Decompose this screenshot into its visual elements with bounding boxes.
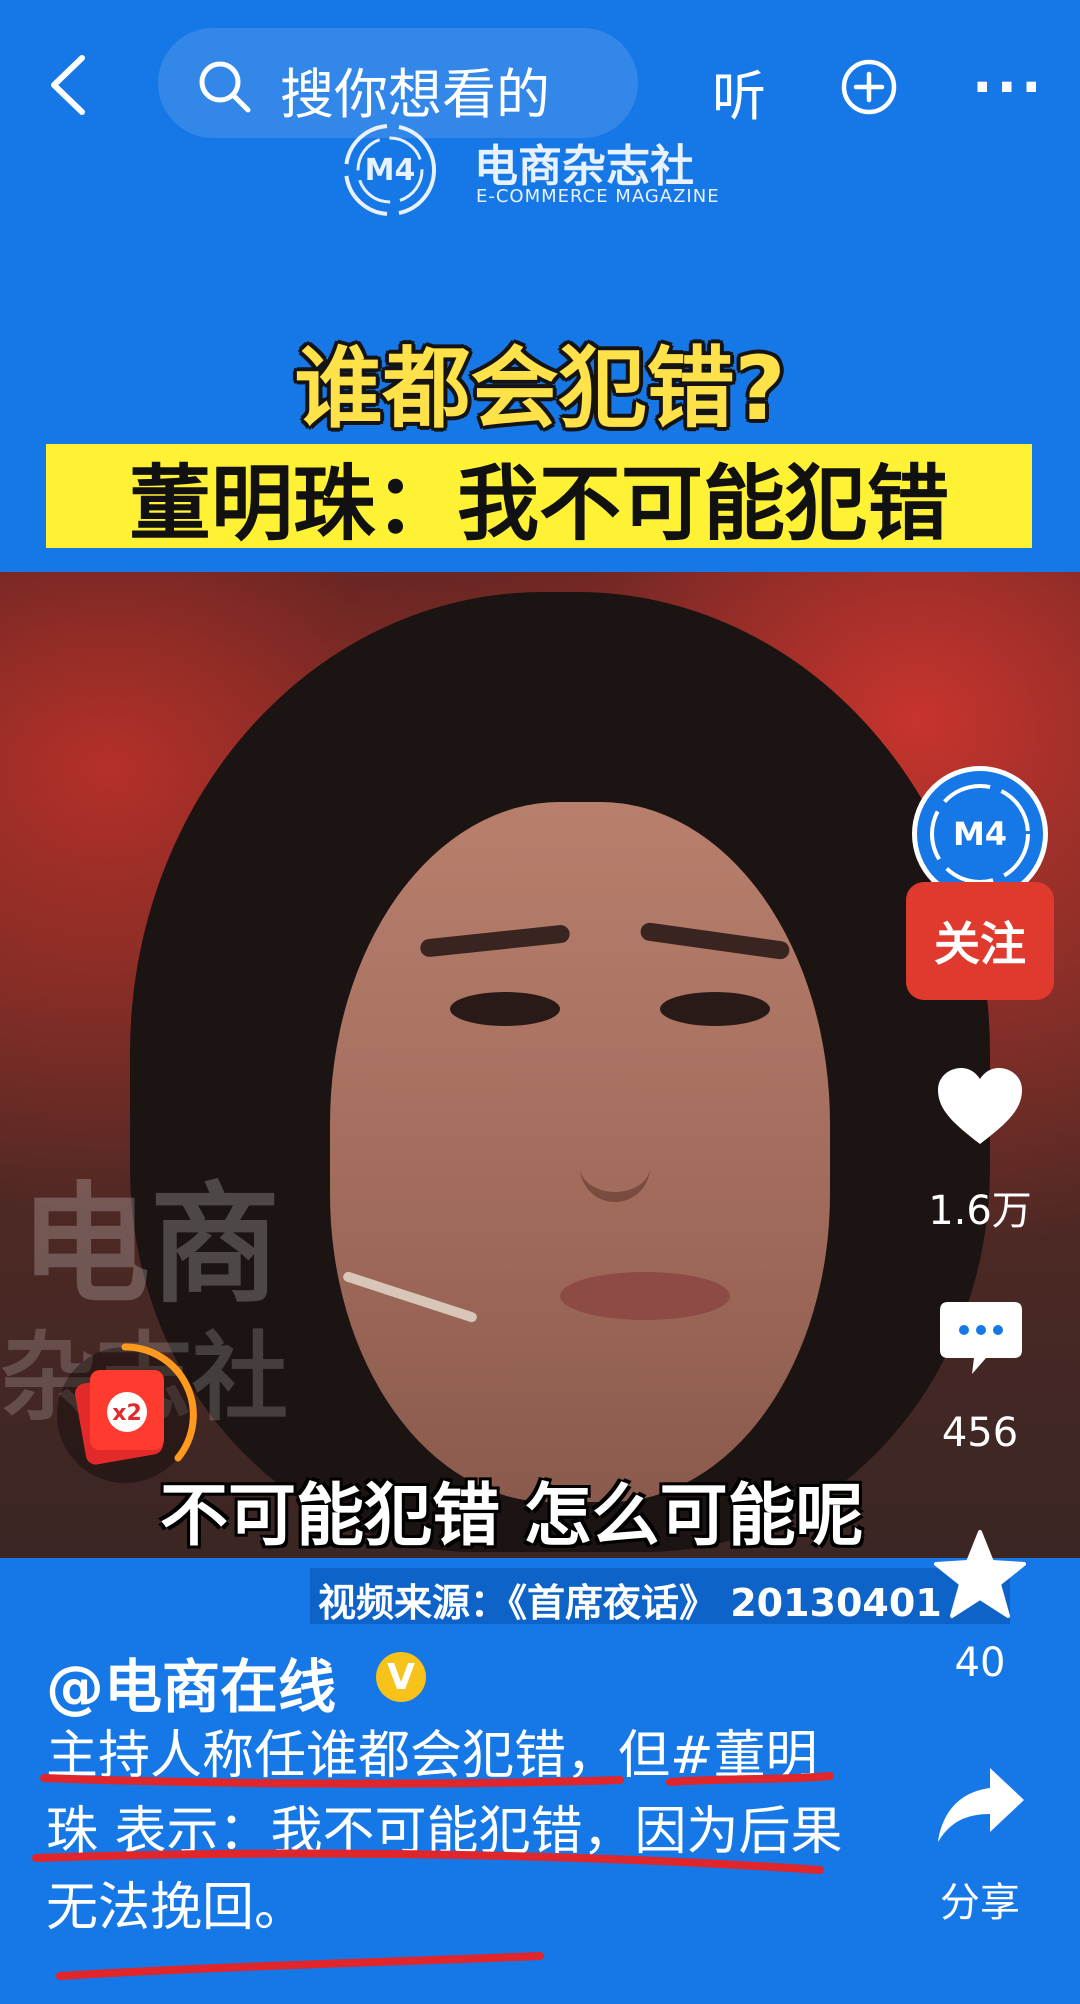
video-source-text: 视频来源：《首席夜话》 20130401 bbox=[318, 1581, 942, 1625]
share-icon[interactable] bbox=[932, 1762, 1028, 1848]
svg-text:M4: M4 bbox=[953, 815, 1007, 853]
verified-badge: V bbox=[376, 1652, 426, 1702]
comment-icon[interactable] bbox=[936, 1296, 1026, 1380]
video-subject-eye-right bbox=[660, 992, 770, 1026]
avatar-logo-icon: M4 bbox=[930, 784, 1030, 884]
magazine-logo-subtitle: E-COMMERCE MAGAZINE bbox=[476, 186, 720, 207]
magazine-logo-icon: M4 bbox=[344, 124, 436, 216]
follow-button[interactable]: 关注 bbox=[906, 882, 1054, 1000]
listen-button[interactable]: 听 bbox=[712, 52, 766, 131]
red-packet-badge: x2 bbox=[112, 1401, 142, 1426]
video-banner-text: 董明珠：我不可能犯错 bbox=[128, 456, 949, 552]
video-subject-mouth bbox=[560, 1272, 730, 1320]
search-icon bbox=[199, 61, 251, 113]
magazine-logo-name: 电商杂志社 bbox=[474, 141, 694, 192]
comment-count: 456 bbox=[941, 1410, 1019, 1456]
video-subject-eye-left bbox=[450, 992, 560, 1026]
search-placeholder: 搜你想看的 bbox=[280, 63, 550, 126]
favorite-count: 40 bbox=[954, 1640, 1006, 1686]
plus-circle-icon[interactable] bbox=[840, 58, 898, 116]
svg-text:M4: M4 bbox=[365, 153, 416, 188]
like-count: 1.6万 bbox=[928, 1188, 1032, 1234]
share-label: 分享 bbox=[940, 1880, 1020, 1926]
video-headline: 谁都会犯错? bbox=[294, 337, 786, 440]
video-subject-nose bbox=[580, 1072, 650, 1202]
red-packet-icon[interactable]: x2 bbox=[50, 1340, 200, 1490]
star-icon[interactable] bbox=[932, 1528, 1028, 1620]
more-icon[interactable]: ··· bbox=[972, 56, 1046, 119]
video-subtitle: 不可能犯错 怎么可能呢 bbox=[160, 1477, 864, 1556]
red-underline-annotations bbox=[32, 1772, 834, 1980]
heart-icon[interactable] bbox=[934, 1064, 1026, 1148]
back-arrow-icon[interactable] bbox=[40, 50, 100, 120]
video-banner: 董明珠：我不可能犯错 bbox=[46, 444, 1032, 552]
